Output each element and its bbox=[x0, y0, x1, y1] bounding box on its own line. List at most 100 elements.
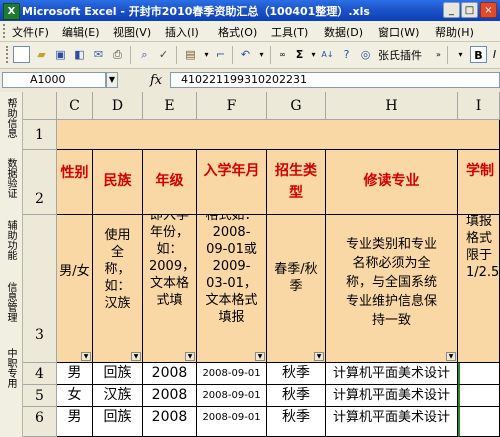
minimize-button[interactable]: _ bbox=[443, 2, 460, 18]
column-header-h[interactable]: H bbox=[326, 92, 458, 120]
table-cell[interactable]: 回族 bbox=[93, 363, 143, 385]
table-cell[interactable]: 2008-09-01 bbox=[197, 385, 267, 407]
column-header-i[interactable]: I bbox=[458, 92, 500, 120]
dropdown-arrow-icon[interactable]: ▼ bbox=[131, 352, 141, 361]
toolbar-options-icon[interactable]: » bbox=[430, 46, 447, 63]
vertical-tab-vocational[interactable]: 中职专用 bbox=[3, 348, 18, 388]
table-cell[interactable] bbox=[458, 363, 500, 385]
insert-function-icon[interactable]: fx bbox=[150, 73, 162, 88]
table-cell[interactable]: 计算机平面美术设计 bbox=[326, 385, 458, 407]
header-cell-enroll-date[interactable]: 入学年月 bbox=[197, 150, 267, 215]
dropdown-arrow-icon[interactable]: ▼ bbox=[314, 352, 324, 361]
menu-format[interactable]: 格式(O) bbox=[218, 24, 257, 40]
table-cell[interactable]: 女 bbox=[57, 385, 93, 407]
table-cell[interactable]: 男 bbox=[57, 407, 93, 437]
dropdown-arrow-icon[interactable]: ▼ bbox=[185, 352, 195, 361]
instruction-cell-enroll-date[interactable]: 格式如：2008-09-01或2009-03-01，文本格式填报 ▼ bbox=[197, 215, 267, 363]
row-header-5[interactable]: 5 bbox=[23, 385, 57, 407]
new-document-icon[interactable] bbox=[13, 46, 30, 63]
print-icon[interactable]: ⎙ bbox=[109, 46, 126, 63]
menu-window[interactable]: 窗口(W) bbox=[378, 24, 419, 40]
header-cell-grade[interactable]: 年级 bbox=[143, 150, 197, 215]
maximize-button[interactable]: □ bbox=[461, 2, 478, 18]
instruction-cell-duration[interactable]: 填报格式限于1/2.5 bbox=[458, 215, 500, 363]
header-cell-admission-type[interactable]: 招生类型 bbox=[267, 150, 326, 215]
vertical-tab-validation[interactable]: 数据验证 bbox=[3, 158, 18, 198]
row-header-4[interactable]: 4 bbox=[23, 363, 57, 385]
name-box-dropdown-icon[interactable]: ▼ bbox=[106, 72, 118, 88]
table-cell[interactable] bbox=[458, 407, 500, 437]
dropdown-arrow-icon[interactable]: ▼ bbox=[255, 352, 265, 361]
email-icon[interactable]: ✉ bbox=[90, 46, 107, 63]
research-icon[interactable]: ✓ bbox=[155, 46, 172, 63]
vertical-tab-tools[interactable]: 辅助功能 bbox=[3, 220, 18, 260]
vertical-tab-help[interactable]: 帮助信息 bbox=[3, 98, 18, 138]
sort-ascending-icon[interactable]: A↓ bbox=[319, 46, 336, 63]
table-cell[interactable]: 秋季 bbox=[267, 385, 326, 407]
dropdown-arrow-icon[interactable]: ▼ bbox=[81, 352, 91, 361]
instruction-cell-ethnicity[interactable]: 使用全称，如：汉族 ▼ bbox=[93, 215, 143, 363]
header-cell-duration[interactable]: 学制 bbox=[458, 150, 500, 215]
column-header-d[interactable]: D bbox=[93, 92, 143, 120]
table-cell[interactable]: 计算机平面美术设计 bbox=[326, 363, 458, 385]
open-folder-icon[interactable]: ▰ bbox=[33, 46, 50, 63]
menu-view[interactable]: 视图(V) bbox=[113, 24, 151, 40]
table-cell[interactable]: 2008-09-01 bbox=[197, 407, 267, 437]
zoom-icon[interactable]: ◎ bbox=[357, 46, 374, 63]
menu-edit[interactable]: 编辑(E) bbox=[62, 24, 100, 40]
instruction-cell-major[interactable]: 专业类别和专业名称必须为全称，与全国系统专业维护信息保持一致 ▼ bbox=[326, 215, 458, 363]
table-cell[interactable]: 2008 bbox=[143, 363, 197, 385]
plugin-menu[interactable]: 张氏插件 bbox=[378, 47, 422, 63]
permission-icon[interactable]: ◧ bbox=[71, 46, 88, 63]
row-header-1[interactable]: 1 bbox=[23, 120, 57, 150]
undo-dropdown-icon[interactable]: ▾ bbox=[253, 46, 270, 63]
save-icon[interactable]: ▣ bbox=[52, 46, 69, 63]
table-cell[interactable]: 秋季 bbox=[267, 407, 326, 437]
select-all-corner[interactable] bbox=[23, 92, 57, 120]
table-cell[interactable]: 汉族 bbox=[93, 385, 143, 407]
table-cell[interactable]: 男 bbox=[57, 363, 93, 385]
row-header-3[interactable]: 3 bbox=[23, 215, 57, 363]
column-header-f[interactable]: F bbox=[197, 92, 267, 120]
hyperlink-icon[interactable]: ∞ bbox=[274, 46, 291, 63]
header-cell-ethnicity[interactable]: 民族 bbox=[93, 150, 143, 215]
undo-icon[interactable]: ↶ bbox=[237, 46, 254, 63]
font-size-dropdown-icon[interactable]: ▾ bbox=[452, 46, 469, 63]
table-cell[interactable]: 计算机平面美术设计 bbox=[326, 407, 458, 437]
row-header-2[interactable]: 2 bbox=[23, 150, 57, 215]
column-header-c[interactable]: C bbox=[57, 92, 93, 120]
title-bar: X Microsoft Excel - 开封市2010春季资助汇总（100401… bbox=[0, 0, 500, 21]
table-cell[interactable]: 秋季 bbox=[267, 363, 326, 385]
help-icon[interactable]: ? bbox=[338, 46, 355, 63]
instruction-cell-gender[interactable]: 男/女 ▼ bbox=[57, 215, 93, 363]
row-header-6[interactable]: 6 bbox=[23, 407, 57, 437]
column-header-e[interactable]: E bbox=[143, 92, 197, 120]
menu-tools[interactable]: 工具(T) bbox=[271, 24, 308, 40]
instruction-cell-admission-type[interactable]: 春季/秋季 ▼ bbox=[267, 215, 326, 363]
menu-insert[interactable]: 插入(I) bbox=[165, 24, 199, 40]
vertical-tab-info[interactable]: 信息管理 bbox=[3, 282, 18, 322]
name-box[interactable]: A1000 bbox=[2, 72, 106, 88]
table-cell[interactable]: 2008-09-01 bbox=[197, 363, 267, 385]
menu-file[interactable]: 文件(F) bbox=[12, 24, 49, 40]
header-cell-major[interactable]: 修读专业 bbox=[326, 150, 458, 215]
paste-icon[interactable]: ▤ bbox=[182, 46, 199, 63]
instruction-cell-grade[interactable]: 即入学年份，如：2009，文本格式填 ▼ bbox=[143, 215, 197, 363]
table-cell[interactable]: 回族 bbox=[93, 407, 143, 437]
column-header-g[interactable]: G bbox=[267, 92, 326, 120]
dropdown-arrow-icon[interactable]: ▼ bbox=[446, 352, 456, 361]
menu-data[interactable]: 数据(D) bbox=[324, 24, 363, 40]
title-merged-cell[interactable] bbox=[57, 120, 500, 150]
table-cell[interactable]: 2008 bbox=[143, 385, 197, 407]
italic-button[interactable]: I bbox=[489, 46, 500, 63]
close-button[interactable]: × bbox=[480, 2, 497, 18]
bold-button[interactable]: B bbox=[470, 46, 487, 63]
menu-help[interactable]: 帮助(H) bbox=[435, 24, 474, 40]
print-preview-icon[interactable]: ⌕ bbox=[136, 46, 153, 63]
table-cell[interactable]: 2008 bbox=[143, 407, 197, 437]
table-cell[interactable] bbox=[458, 385, 500, 407]
format-painter-icon[interactable]: ⌐ bbox=[212, 46, 229, 63]
header-cell-gender[interactable]: 性别 bbox=[57, 150, 93, 215]
formula-input[interactable]: 410221199310202231 bbox=[170, 72, 500, 88]
excel-icon[interactable]: X bbox=[3, 3, 20, 20]
